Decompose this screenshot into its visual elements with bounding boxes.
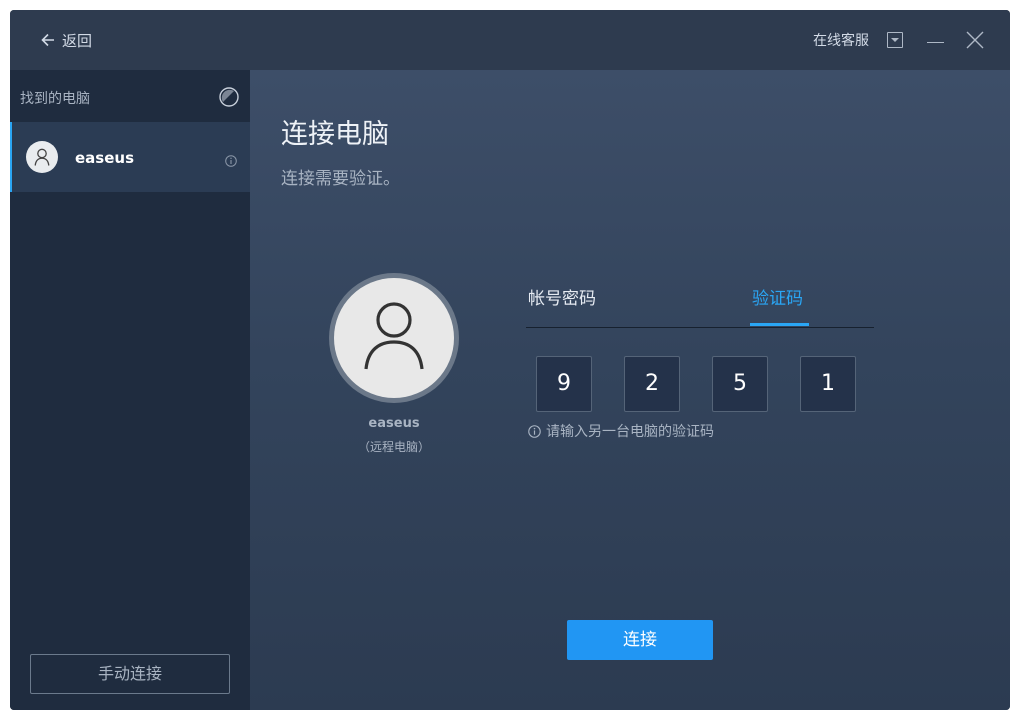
refresh-icon[interactable] <box>219 87 239 107</box>
device-name: easeus <box>75 149 135 167</box>
code-digit-input-3[interactable]: 5 <box>712 356 768 412</box>
code-hint: 请输入另一台电脑的验证码 <box>528 421 714 441</box>
info-icon <box>528 424 541 438</box>
tab-account-password[interactable]: 帐号密码 <box>528 284 596 309</box>
avatar <box>26 141 58 173</box>
arrow-left-icon <box>41 33 54 47</box>
title-bar: 返回 在线客服 <box>10 10 1010 70</box>
code-digit-input-4[interactable]: 1 <box>800 356 856 412</box>
minimize-icon[interactable] <box>927 32 945 48</box>
page-title: 连接电脑 <box>281 119 389 150</box>
dropdown-icon[interactable] <box>887 32 903 48</box>
online-support-link[interactable]: 在线客服 <box>813 30 869 50</box>
main-panel: 连接电脑 连接需要验证。 easeus （远程电脑） 帐号密码 验证码 9 2 … <box>250 70 1010 710</box>
auth-tabs: 帐号密码 验证码 <box>526 270 874 328</box>
active-tab-indicator <box>750 323 809 326</box>
back-label: 返回 <box>62 31 93 50</box>
user-icon <box>364 302 424 370</box>
manual-connect-button[interactable]: 手动连接 <box>30 654 230 694</box>
close-icon[interactable] <box>966 31 984 49</box>
sidebar-title: 找到的电脑 <box>20 91 90 107</box>
code-hint-text: 请输入另一台电脑的验证码 <box>546 424 714 440</box>
tab-verification-code[interactable]: 验证码 <box>752 284 803 309</box>
sidebar: 找到的电脑 easeus 手动连接 <box>10 70 250 710</box>
remote-name: easeus <box>368 416 420 431</box>
connect-button[interactable]: 连接 <box>567 620 713 660</box>
remote-avatar <box>329 273 459 403</box>
code-digit-input-1[interactable]: 9 <box>536 356 592 412</box>
remote-desc: （远程电脑） <box>357 440 430 454</box>
app-window: 返回 在线客服 找到的电脑 easeus 手动连接 连接电脑 连接需要验证。 e… <box>10 10 1010 710</box>
sidebar-device-item[interactable]: easeus <box>10 122 250 192</box>
info-icon[interactable] <box>225 152 237 167</box>
page-subtitle: 连接需要验证。 <box>281 169 400 189</box>
code-digit-input-2[interactable]: 2 <box>624 356 680 412</box>
back-button[interactable]: 返回 <box>40 29 92 51</box>
user-icon <box>34 148 50 166</box>
